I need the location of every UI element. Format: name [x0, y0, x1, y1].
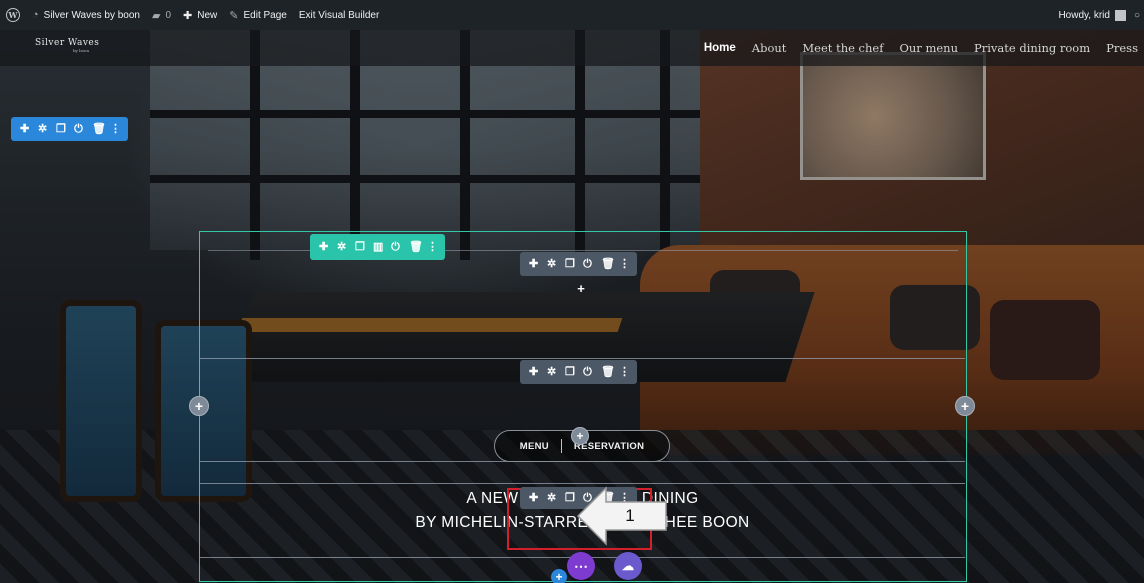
dashboard-icon: ◔ [32, 9, 39, 21]
settings-icon[interactable]: ✲ [547, 258, 556, 270]
site-name-link[interactable]: ◔ Silver Waves by boon [26, 0, 146, 30]
more-icon[interactable]: ⋮ [427, 241, 438, 253]
duplicate-icon[interactable]: ❐ [56, 123, 66, 135]
nav-item-home[interactable]: Home [704, 42, 736, 54]
wordpress-icon: W [6, 8, 20, 22]
wordpress-logo-button[interactable]: W [0, 0, 26, 30]
nav-item-private-dining-room[interactable]: Private dining room [974, 41, 1090, 55]
delete-icon[interactable]: 🗑 [601, 258, 615, 270]
move-icon[interactable]: ✚ [319, 241, 328, 253]
site-name-label: Silver Waves by boon [43, 9, 140, 21]
pencil-icon: ✎ [229, 9, 239, 22]
more-icon[interactable]: ⋮ [619, 366, 630, 378]
nav-item-about[interactable]: About [752, 41, 787, 55]
module-divider [200, 483, 965, 484]
columns-icon[interactable]: ▥ [373, 241, 383, 253]
account-menu[interactable]: Howdy, krid [1052, 0, 1132, 30]
edit-page-label: Edit Page [243, 9, 287, 21]
logo-text: Silver Waves [35, 38, 100, 48]
settings-icon[interactable]: ✲ [38, 123, 47, 135]
settings-icon[interactable]: ✲ [337, 241, 346, 253]
duplicate-icon[interactable]: ❐ [355, 241, 365, 253]
exit-visual-builder-link[interactable]: Exit Visual Builder [293, 0, 385, 30]
button-separator [560, 439, 562, 453]
menu-button[interactable]: MENU [520, 441, 549, 452]
disable-icon[interactable]: ⏻ [74, 123, 83, 135]
settings-icon[interactable]: ✲ [547, 366, 556, 378]
nav-item-our-menu[interactable]: Our menu [899, 41, 958, 55]
edit-page-link[interactable]: ✎ Edit Page [223, 0, 293, 30]
duplicate-icon[interactable]: ❐ [565, 258, 575, 270]
duplicate-icon[interactable]: ❐ [565, 492, 575, 504]
move-icon[interactable]: ✚ [529, 258, 538, 270]
exit-builder-label: Exit Visual Builder [298, 9, 380, 21]
visual-builder-page: W ◔ Silver Waves by boon ▰ 0 ✚ New ✎ Edi… [0, 0, 1144, 583]
disable-icon[interactable]: ⏻ [391, 241, 400, 253]
site-logo[interactable]: Silver Waves by boon [35, 38, 99, 53]
comment-icon: ▰ [152, 9, 161, 22]
new-label: New [197, 9, 218, 21]
howdy-label: Howdy, krid [1058, 9, 1110, 21]
nav-item-meet-the-chef[interactable]: Meet the chef [802, 41, 883, 55]
add-section-button[interactable]: + [551, 569, 567, 583]
settings-icon[interactable]: ✲ [547, 492, 556, 504]
library-cloud-button[interactable]: ☁ [614, 552, 642, 580]
main-nav: Home About Meet the chef Our menu Privat… [704, 30, 1144, 66]
callout-number: 1 [625, 506, 635, 525]
section-toolbar: ✚ ✲ ❐ ⏻ 🗑 ⋮ [11, 117, 128, 141]
move-icon[interactable]: ✚ [529, 366, 538, 378]
search-icon: ○ [1133, 9, 1140, 21]
add-module-pill-button[interactable]: + [571, 427, 589, 445]
more-icon[interactable]: ⋮ [110, 123, 121, 135]
add-column-right-button[interactable]: + [955, 396, 975, 416]
delete-icon[interactable]: 🗑 [92, 123, 106, 135]
move-icon[interactable]: ✚ [20, 123, 29, 135]
comments-link[interactable]: ▰ 0 [146, 0, 177, 30]
duplicate-icon[interactable]: ❐ [565, 366, 575, 378]
nav-item-press[interactable]: Press [1106, 41, 1144, 55]
disable-icon[interactable]: ⏻ [583, 258, 592, 270]
module-toolbar-top: ✚ ✲ ❐ ⏻ 🗑 ⋮ [520, 252, 637, 276]
logo-sub: by boon [73, 48, 90, 53]
disable-icon[interactable]: ⏻ [583, 366, 592, 378]
wp-admin-bar: W ◔ Silver Waves by boon ▰ 0 ✚ New ✎ Edi… [0, 0, 1144, 30]
add-column-left-button[interactable]: + [189, 396, 209, 416]
page-settings-more-button[interactable]: ⋯ [567, 552, 595, 580]
plus-icon: ✚ [183, 9, 193, 22]
annotation-arrow-callout: 1 [576, 486, 668, 546]
module-toolbar-middle: ✚ ✲ ❐ ⏻ 🗑 ⋮ [520, 360, 637, 384]
add-module-button[interactable]: + [574, 281, 588, 296]
module-divider [200, 358, 965, 359]
search-button[interactable]: ○ [1132, 0, 1144, 30]
delete-icon[interactable]: 🗑 [601, 366, 615, 378]
comments-count: 0 [165, 9, 172, 21]
avatar [1114, 9, 1126, 21]
move-icon[interactable]: ✚ [529, 492, 538, 504]
ellipsis-icon: ⋯ [574, 557, 588, 574]
site-header: Silver Waves by boon Home About Meet the… [0, 30, 1144, 66]
delete-icon[interactable]: 🗑 [409, 241, 423, 253]
cloud-icon: ☁ [622, 559, 634, 573]
new-content-link[interactable]: ✚ New [177, 0, 223, 30]
row-toolbar: ✚ ✲ ❐ ▥ ⏻ 🗑 ⋮ [310, 234, 445, 260]
more-icon[interactable]: ⋮ [619, 258, 630, 270]
